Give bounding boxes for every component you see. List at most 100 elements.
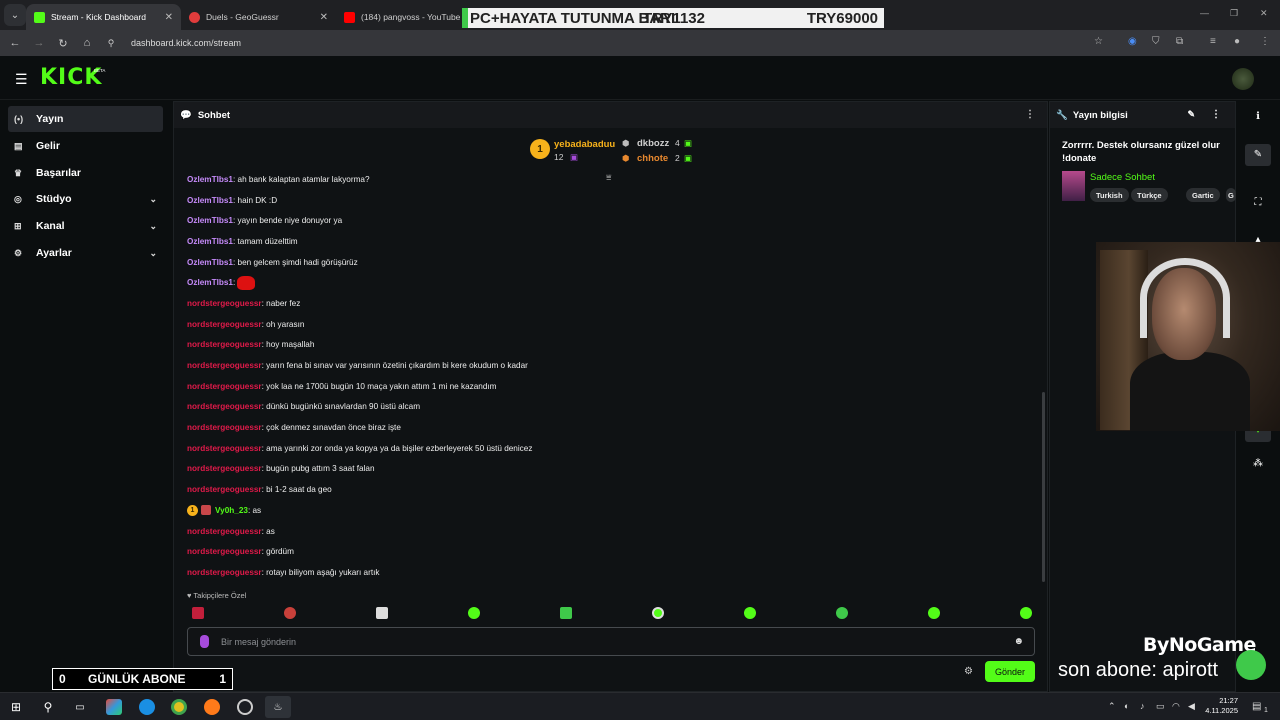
- emote-icon[interactable]: [928, 607, 940, 619]
- windows-start-icon[interactable]: ⊞: [8, 699, 24, 715]
- category-thumbnail[interactable]: [1062, 171, 1085, 201]
- pencil-icon[interactable]: ✎: [1245, 144, 1271, 166]
- puzzle-icon[interactable]: ⧉: [1176, 36, 1183, 47]
- emoji-icon[interactable]: ☻: [1013, 636, 1024, 647]
- second-gifter-name[interactable]: dkbozz: [637, 138, 669, 149]
- chat-input[interactable]: Bir mesaj gönderin ☻: [187, 627, 1035, 656]
- browser-tab-kick[interactable]: Stream - Kick Dashboard ✕: [26, 4, 181, 30]
- chat-username[interactable]: OzlemTlbs1: [187, 278, 233, 287]
- microphone-icon[interactable]: ♪: [1140, 701, 1145, 711]
- chat-username[interactable]: nordstergeoguessr: [187, 361, 262, 370]
- fullscreen-icon[interactable]: ⛶: [1249, 197, 1267, 208]
- search-icon[interactable]: ⚲: [40, 699, 56, 715]
- profile-icon[interactable]: ●: [1234, 36, 1240, 47]
- emote-icon[interactable]: [744, 607, 756, 619]
- more-options-icon[interactable]: ⋮: [1211, 109, 1221, 120]
- emote-icon[interactable]: [468, 607, 480, 619]
- tag-chip[interactable]: Gartic: [1186, 188, 1220, 202]
- edit-icon[interactable]: ✎: [1187, 109, 1195, 120]
- shield-icon[interactable]: ⛉: [1152, 36, 1160, 47]
- chat-username[interactable]: nordstergeoguessr: [187, 444, 262, 453]
- chat-username[interactable]: nordstergeoguessr: [187, 299, 262, 308]
- restore-icon[interactable]: ❐: [1230, 8, 1238, 19]
- third-gifter-name[interactable]: chhote: [637, 153, 668, 164]
- sidebar-item-ayarlar[interactable]: ⚙ Ayarlar ⌄: [8, 240, 163, 266]
- chat-username[interactable]: nordstergeoguessr: [187, 402, 262, 411]
- chat-username[interactable]: OzlemTlbs1: [187, 196, 233, 205]
- notification-icon[interactable]: ▤: [1252, 701, 1261, 712]
- tab-title: (184) pangvoss - YouTube: [361, 12, 461, 22]
- chat-username[interactable]: nordstergeoguessr: [187, 464, 262, 473]
- forward-icon[interactable]: →: [27, 37, 51, 49]
- sidebar-item-kanal[interactable]: ⊞ Kanal ⌄: [8, 213, 163, 239]
- home-icon[interactable]: ⌂: [75, 37, 99, 49]
- sidebar-item-gelir[interactable]: ▤ Gelir: [8, 133, 163, 159]
- hamburger-menu-icon[interactable]: ☰: [15, 71, 28, 88]
- emote-icon[interactable]: [192, 607, 204, 619]
- info-icon[interactable]: ℹ: [1249, 111, 1267, 122]
- close-window-icon[interactable]: ✕: [1260, 8, 1268, 19]
- firefox-icon[interactable]: [204, 699, 220, 715]
- tag-chip[interactable]: G: [1226, 188, 1236, 202]
- send-button[interactable]: Gönder: [985, 661, 1035, 682]
- back-icon[interactable]: ←: [3, 37, 27, 49]
- sidebar-item-basarilar[interactable]: ♛ Başarılar: [8, 160, 163, 186]
- network-icon[interactable]: ▭: [1156, 701, 1165, 712]
- chat-username[interactable]: nordstergeoguessr: [187, 340, 262, 349]
- tray-app-icon[interactable]: ◐: [1124, 701, 1129, 711]
- chat-username[interactable]: nordstergeoguessr: [187, 485, 262, 494]
- emote-icon[interactable]: [560, 607, 572, 619]
- url-field[interactable]: dashboard.kick.com/stream: [131, 38, 241, 48]
- more-options-icon[interactable]: ⋮: [1025, 109, 1035, 120]
- media-icon[interactable]: ≡: [1210, 36, 1216, 47]
- avatar[interactable]: [1232, 68, 1254, 90]
- emote-icon[interactable]: [376, 607, 388, 619]
- extension-icon[interactable]: ◉: [1128, 36, 1137, 47]
- emote-icon[interactable]: [836, 607, 848, 619]
- tab-search-button[interactable]: ⌄: [4, 4, 26, 26]
- microphone-icon[interactable]: [200, 635, 209, 648]
- steam-icon[interactable]: ♨: [265, 696, 291, 718]
- chat-username[interactable]: OzlemTlbs1: [187, 258, 233, 267]
- chat-username[interactable]: nordstergeoguessr: [187, 423, 262, 432]
- edge-icon[interactable]: [139, 699, 155, 715]
- chrome-icon[interactable]: [171, 699, 187, 715]
- copilot-icon[interactable]: [106, 699, 122, 715]
- emote-icon[interactable]: [652, 607, 664, 619]
- tag-chip[interactable]: Türkçe: [1131, 188, 1168, 202]
- chat-username[interactable]: OzlemTlbs1: [187, 237, 233, 246]
- emote-icon[interactable]: [1020, 607, 1032, 619]
- chat-username[interactable]: nordstergeoguessr: [187, 382, 262, 391]
- tray-chevron-icon[interactable]: ⌃: [1108, 701, 1116, 712]
- site-info-icon[interactable]: ⚲: [99, 38, 123, 49]
- task-view-icon[interactable]: ▭: [72, 699, 88, 715]
- reload-icon[interactable]: ↻: [51, 37, 75, 50]
- chat-username[interactable]: nordstergeoguessr: [187, 320, 262, 329]
- chat-username[interactable]: nordstergeoguessr: [187, 547, 262, 556]
- obs-icon[interactable]: [237, 699, 253, 715]
- browser-tab-geoguessr[interactable]: Duels - GeoGuessr ✕: [181, 4, 336, 30]
- chat-username[interactable]: nordstergeoguessr: [187, 568, 262, 577]
- clock[interactable]: 21:27 4.11.2025: [1205, 696, 1238, 716]
- volume-icon[interactable]: ◀: [1188, 701, 1195, 712]
- close-tab-icon[interactable]: ✕: [320, 12, 328, 23]
- chat-username[interactable]: OzlemTlbs1: [187, 175, 233, 184]
- tag-chip[interactable]: Turkish: [1090, 188, 1129, 202]
- chat-username[interactable]: nordstergeoguessr: [187, 527, 262, 536]
- share-icon[interactable]: ⁂: [1249, 458, 1267, 469]
- chat-scrollbar[interactable]: [1042, 392, 1045, 582]
- minimize-icon[interactable]: —: [1200, 8, 1209, 18]
- chat-settings-gear-icon[interactable]: ⚙: [964, 666, 973, 677]
- emote-icon[interactable]: [284, 607, 296, 619]
- menu-icon[interactable]: ⋮: [1260, 36, 1270, 47]
- sidebar-item-yayin[interactable]: (•) Yayın: [8, 106, 163, 132]
- top-gifter-name[interactable]: yebadabaduu: [554, 139, 615, 150]
- bookmark-star-icon[interactable]: ☆: [1094, 36, 1103, 47]
- wifi-icon[interactable]: ◠: [1172, 701, 1180, 712]
- chat-username[interactable]: OzlemTlbs1: [187, 216, 233, 225]
- chat-username[interactable]: Vy0h_23: [215, 506, 248, 515]
- close-tab-icon[interactable]: ✕: [165, 12, 173, 23]
- sidebar-item-studyo[interactable]: ◎ Stüdyo ⌄: [8, 186, 163, 212]
- category-link[interactable]: Sadece Sohbet: [1090, 172, 1155, 183]
- chat-message: nordstergeoguessr: çok denmez sınavdan ö…: [187, 417, 1027, 438]
